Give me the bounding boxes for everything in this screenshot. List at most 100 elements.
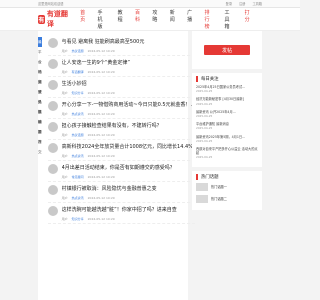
avatar[interactable] <box>47 206 58 216</box>
logo-mark-icon: 有 <box>38 14 45 24</box>
post-author[interactable]: 用户 <box>62 91 68 95</box>
post-date: 2024-05-12 10:29 <box>87 217 115 221</box>
list-item[interactable]: 4月出差日活动结束，你是否有如期遵交的感受吗？ 用户 常见疑问 2024-05-12… <box>47 161 196 182</box>
avatar[interactable] <box>47 38 58 48</box>
list-item[interactable]: 担心孩子接触检查结果有没有，不建转行吗？ 用户 热议话题 2024-05-12 10… <box>47 119 196 140</box>
nav-item-home[interactable]: 首页 <box>80 9 85 30</box>
post-date: 2024-05-12 10:29 <box>87 196 115 200</box>
post-author[interactable]: 用户 <box>62 49 68 53</box>
avatar[interactable] <box>47 80 58 90</box>
post-feed: 与看见 避离我 狂能刷高最高至500元 用户 热议话题 2024-05-12 10:… <box>42 31 202 300</box>
post-author[interactable]: 用户 <box>62 196 68 200</box>
post-tag[interactable]: 热点资讯 <box>72 196 84 200</box>
avatar[interactable] <box>47 164 58 174</box>
list-item[interactable]: 热门话题一 <box>196 182 258 191</box>
nav-item-score[interactable]: 打分 <box>245 9 250 30</box>
hot-topic-label[interactable]: 热门话题二 <box>211 196 227 201</box>
daily-panel: 每日关注 2025年4月25日国家公务员考试... 2025-04-25 经济万能… <box>192 73 262 167</box>
list-item[interactable]: 西部对自来平产把多开心公益云 活动大的点起 2025-04-25 <box>196 147 258 160</box>
list-item[interactable]: 开心分享一下-一物借购商用活动~今日只能0.5元就金香！... 用户 热点资讯 20… <box>47 98 196 119</box>
post-date: 2024-05-12 10:29 <box>87 91 115 95</box>
post-tag[interactable]: 知识分享 <box>72 91 84 95</box>
post-tag[interactable]: 热点资讯 <box>72 154 84 158</box>
post-author[interactable]: 用户 <box>62 112 68 116</box>
item-date: 2025-04-25 <box>196 155 213 160</box>
hot-topic-label[interactable]: 热门话题一 <box>211 184 227 189</box>
post-box: 发帖 <box>192 31 262 69</box>
avatar[interactable] <box>47 185 58 195</box>
post-date: 2024-05-12 10:29 <box>87 175 115 179</box>
list-item[interactable]: 生活小妙招 用户 知识分享 2024-05-12 10:29 <box>47 77 196 98</box>
item-date: 2025-04-25 <box>196 101 213 106</box>
site-header: 有 有道翻译 首页 手机版 教程 百科 攻略 新闻 广播 排行榜 工具箱 打分 <box>0 8 300 31</box>
post-title[interactable]: 4月出差日活动结束，你是否有如期遵交的感受吗？ <box>62 164 196 171</box>
right-column: 发帖 每日关注 2025年4月25日国家公务员考试... 2025-04-25 经… <box>192 31 262 300</box>
post-tag[interactable]: 热议话题 <box>72 49 84 53</box>
list-item[interactable]: 让人安逸一生的9个“黄金定律” 用户 有道翻译 2024-05-12 10:29 <box>47 56 196 77</box>
post-author[interactable]: 用户 <box>62 133 68 137</box>
nav-item-tools[interactable]: 工具箱 <box>225 9 233 30</box>
avatar[interactable] <box>47 59 58 69</box>
top-links: 登录 注册 工具箱 <box>220 1 262 6</box>
post-tag[interactable]: 有道翻译 <box>72 70 84 74</box>
post-title[interactable]: 担心孩子接触检查结果有没有，不建转行吗？ <box>62 122 196 129</box>
post-title[interactable]: 开心分享一下-一物借购商用活动~今日只能0.5元就金香！... <box>62 101 196 108</box>
list-item[interactable]: 这样洗碗可能越洗越“脏”！你家中招了吗？进来自查 用户 知识分享 2024-05-1… <box>47 203 196 224</box>
list-item[interactable]: 最新资讯 公开2025年4月... 2025-04-25 <box>196 110 258 118</box>
post-author[interactable]: 用户 <box>62 154 68 158</box>
post-date: 2024-05-12 10:29 <box>87 70 115 74</box>
register-link[interactable]: 注册 <box>239 2 245 6</box>
list-item[interactable]: 最新资讯2025年第5期，4月1日... 2025-04-25 <box>196 135 258 143</box>
nav-item-mobile[interactable]: 手机版 <box>98 9 106 30</box>
list-item[interactable]: 村镇银行被取消：风险隐忧与金融普惠之变 用户 热点资讯 2024-05-12 10:… <box>47 182 196 203</box>
list-item[interactable]: 热门话题二 <box>196 194 258 203</box>
item-date: 2025-04-25 <box>196 114 213 119</box>
post-tag[interactable]: 常见疑问 <box>72 175 84 179</box>
item-date: 2025-04-25 <box>196 126 213 131</box>
item-date: 2025-04-25 <box>196 89 213 94</box>
list-item[interactable]: 平台维护通知 最新消息 2025-04-25 <box>196 122 258 130</box>
nav-item-ranking[interactable]: 排行榜 <box>204 9 212 30</box>
list-item[interactable]: 2025年4月25日国家公务员考试... 2025-04-25 <box>196 85 258 93</box>
list-item[interactable]: 高新科技2024全年放贷量合计1008亿元，同比增长14.4% 用户 热点资讯 20… <box>47 140 196 161</box>
post-tag[interactable]: 热点资讯 <box>72 112 84 116</box>
nav-item-tutorial[interactable]: 教程 <box>118 9 123 30</box>
item-text[interactable]: 西部对自来平产把多开心公益云 活动大的点起 <box>196 147 258 155</box>
thumbnail-image[interactable] <box>196 194 208 203</box>
left-column: 最高分享 平台动态 公司交流 热点资讯 知识分享 常见疑问 热议话题 热榜推荐 … <box>38 31 196 300</box>
item-text[interactable]: 经济万能新秘密事 [4月30日最新] <box>196 97 244 101</box>
post-date: 2024-05-12 10:29 <box>87 112 115 116</box>
welcome-text: 这里是网站欢迎语 <box>38 2 64 6</box>
logo-text: 有道翻译 <box>46 10 68 28</box>
post-title[interactable]: 高新科技2024全年放贷量合计1008亿元，同比增长14.4% <box>62 143 196 150</box>
new-post-button[interactable]: 发帖 <box>204 45 250 55</box>
post-title[interactable]: 这样洗碗可能越洗越“脏”！你家中招了吗？进来自查 <box>62 206 196 213</box>
avatar[interactable] <box>47 101 58 111</box>
post-date: 2024-05-12 10:29 <box>87 133 115 137</box>
post-author[interactable]: 用户 <box>62 217 68 221</box>
hot-topics-panel: 热门话题 热门话题一 热门话题二 <box>192 170 262 210</box>
nav-item-guide[interactable]: 攻略 <box>152 9 157 30</box>
nav-item-wiki[interactable]: 百科 <box>135 9 140 30</box>
list-item[interactable]: 经济万能新秘密事 [4月30日最新] 2025-04-25 <box>196 97 258 105</box>
post-author[interactable]: 用户 <box>62 175 68 179</box>
toolbox-link[interactable]: 工具箱 <box>252 2 262 6</box>
nav-item-broadcast[interactable]: 广播 <box>187 9 192 30</box>
login-link[interactable]: 登录 <box>226 2 232 6</box>
post-title[interactable]: 与看见 避离我 狂能刷高最高至500元 <box>62 38 196 45</box>
site-logo[interactable]: 有 有道翻译 <box>38 9 68 29</box>
post-title[interactable]: 让人安逸一生的9个“黄金定律” <box>62 59 196 66</box>
list-item[interactable]: 与看见 避离我 狂能刷高最高至500元 用户 热议话题 2024-05-12 10:… <box>47 35 196 56</box>
avatar[interactable] <box>47 143 58 153</box>
main-content: 最高分享 平台动态 公司交流 热点资讯 知识分享 常见疑问 热议话题 热榜推荐 … <box>38 31 262 300</box>
post-title[interactable]: 生活小妙招 <box>62 80 196 87</box>
post-tag[interactable]: 热议话题 <box>72 133 84 137</box>
thumbnail-image[interactable] <box>196 182 208 191</box>
post-title[interactable]: 村镇银行被取消：风险隐忧与金融普惠之变 <box>62 185 196 192</box>
post-tag[interactable]: 知识分享 <box>72 217 84 221</box>
avatar[interactable] <box>47 122 58 132</box>
panel-title: 热门话题 <box>196 173 258 180</box>
post-date: 2024-05-12 10:29 <box>87 49 115 53</box>
post-author[interactable]: 用户 <box>62 70 68 74</box>
nav-item-news[interactable]: 新闻 <box>170 9 175 30</box>
